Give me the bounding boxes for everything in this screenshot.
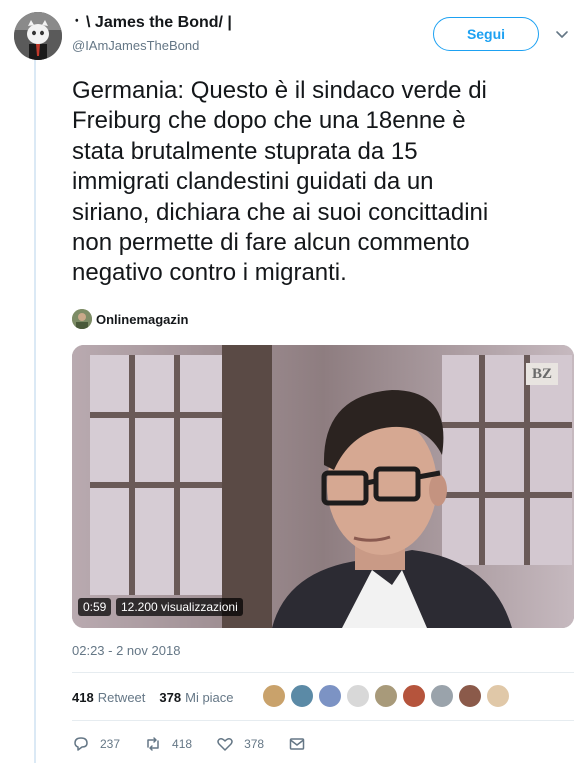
- bz-logo: BZ: [526, 363, 558, 385]
- divider: [72, 672, 574, 673]
- retweets-label[interactable]: Retweet: [98, 690, 146, 705]
- video-player[interactable]: BZ 0:59 12.200 visualizzazioni: [72, 345, 574, 628]
- liker-avatar[interactable]: [402, 684, 426, 708]
- like-count: 378: [244, 737, 265, 751]
- tweet-text-line: negativo contro i migranti.: [72, 259, 347, 287]
- direct-message-button[interactable]: [288, 735, 306, 753]
- tweet-text-line: immigrati clandestini guidati da un: [72, 168, 434, 196]
- video-frame: [72, 345, 574, 628]
- retweets-count[interactable]: 418: [72, 690, 94, 705]
- liker-avatar[interactable]: [486, 684, 510, 708]
- tweet-text: Germania: Questo è il sindaco verde di F…: [72, 76, 572, 289]
- chevron-down-icon[interactable]: [554, 26, 570, 42]
- display-name[interactable]: ᛫ \ James the Bond/ |: [72, 14, 232, 32]
- likes-label[interactable]: Mi piace: [185, 690, 233, 705]
- thread-line: [34, 60, 36, 763]
- liker-avatar[interactable]: [318, 684, 342, 708]
- reply-button[interactable]: 237: [72, 735, 120, 753]
- liker-avatar[interactable]: [346, 684, 370, 708]
- liker-avatar[interactable]: [290, 684, 314, 708]
- retweet-icon: [147, 737, 159, 751]
- tweet-actions: 237 418 378: [72, 734, 330, 754]
- envelope-icon: [289, 738, 305, 750]
- retweet-count: 418: [172, 737, 193, 751]
- likes-count[interactable]: 378: [159, 690, 181, 705]
- video-duration: 0:59: [78, 598, 112, 616]
- user-handle[interactable]: @IAmJamesTheBond: [72, 38, 199, 53]
- tweet-text-line: siriano, dichiara che ai suoi concittadi…: [72, 198, 489, 226]
- tweet-text-line: Freiburg che dopo che una 18enne è: [72, 107, 466, 135]
- liker-avatar[interactable]: [458, 684, 482, 708]
- follow-button[interactable]: Segui: [433, 17, 539, 51]
- liker-avatar[interactable]: [262, 684, 286, 708]
- like-button[interactable]: 378: [216, 735, 264, 753]
- tweet-timestamp[interactable]: 02:23 - 2 nov 2018: [72, 643, 180, 658]
- source-avatar: [72, 309, 92, 329]
- video-source[interactable]: Onlinemagazin: [72, 308, 188, 330]
- liker-avatar[interactable]: [374, 684, 398, 708]
- retweet-button[interactable]: 418: [144, 735, 192, 753]
- liker-avatars: [262, 684, 514, 710]
- tweet-stats: 418 Retweet 378 Mi piace: [72, 685, 248, 709]
- divider: [72, 720, 574, 721]
- tweet-text-line: non permette di fare alcun commento: [72, 229, 470, 257]
- tweet-text-line: stata brutalmente stuprata da 15: [72, 137, 418, 165]
- tweet-header: ᛫ \ James the Bond/ | @IAmJamesTheBond S…: [0, 0, 586, 62]
- tweet-text-line: Germania: Questo è il sindaco verde di: [72, 77, 487, 104]
- liker-avatar[interactable]: [430, 684, 454, 708]
- avatar[interactable]: [14, 12, 62, 60]
- video-views: 12.200 visualizzazioni: [116, 598, 243, 616]
- reply-icon: [74, 737, 88, 751]
- heart-icon: [217, 738, 233, 751]
- source-name: Onlinemagazin: [96, 311, 189, 327]
- reply-count: 237: [100, 737, 121, 751]
